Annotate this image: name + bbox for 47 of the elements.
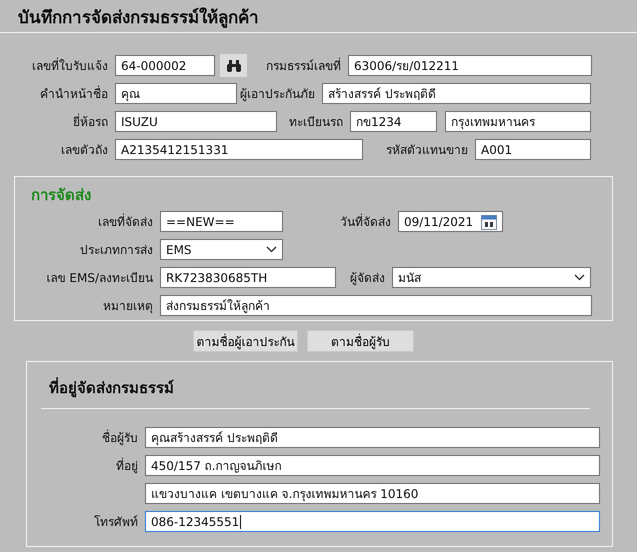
input-field[interactable]: สร้างสรรค์ ประพฤติดี bbox=[322, 83, 591, 104]
input-field[interactable]: แขวงบางแค เขตบางแค จ.กรุงเทพมหานคร 10160 bbox=[145, 483, 600, 504]
input-field[interactable]: คุณสร้างสรรค์ ประพฤติดี bbox=[145, 427, 600, 448]
field-label: ประเภทการส่ง bbox=[79, 242, 154, 259]
dropdown[interactable]: EMS bbox=[160, 239, 283, 260]
input-field[interactable]: กข1234 bbox=[350, 111, 437, 132]
form-title: บันทึกการจัดส่งกรมธรรม์ให้ลูกค้า bbox=[18, 6, 259, 30]
dropdown[interactable]: มนัส bbox=[392, 267, 591, 288]
chevron-down-icon[interactable] bbox=[266, 246, 277, 253]
field-label: เลขที่ใบรับแจ้ง bbox=[31, 56, 109, 75]
field-label: ผู้เอาประกันภัย bbox=[239, 86, 316, 103]
chevron-down-icon[interactable] bbox=[574, 274, 585, 281]
field-label: เลขตัวถัง bbox=[60, 142, 109, 159]
input-field[interactable]: 450/157 ถ.กาญจนภิเษก bbox=[145, 455, 600, 476]
input-field[interactable]: A2135412151331 bbox=[115, 139, 363, 160]
field-label: รหัสตัวแทนขาย bbox=[385, 142, 469, 159]
field-label: ยี่ห้อรถ bbox=[72, 112, 109, 131]
section-title: การจัดส่ง bbox=[30, 185, 92, 206]
field-label: คำนำหน้าชื่อ bbox=[39, 84, 109, 103]
input-field[interactable]: ส่งกรมธรรม์ให้ลูกค้า bbox=[160, 295, 592, 316]
field-label: ผู้จัดส่ง bbox=[349, 270, 386, 287]
input-field[interactable]: A001 bbox=[475, 139, 591, 160]
field-label: หมายเหตุ bbox=[102, 298, 154, 315]
binoculars-icon bbox=[226, 60, 242, 72]
input-field[interactable]: กรุงเทพมหานคร bbox=[445, 111, 591, 132]
input-field[interactable]: 086-12345551 bbox=[145, 511, 600, 532]
input-field[interactable]: คุณ bbox=[115, 83, 237, 104]
input-field[interactable]: 64-000002 bbox=[115, 55, 215, 76]
field-label: เลข EMS/ลงทะเบียน bbox=[46, 270, 154, 287]
section-title: ที่อยู่จัดส่งกรมธรรม์ bbox=[48, 376, 175, 400]
calendar-icon[interactable] bbox=[481, 214, 497, 230]
field-label: โทรศัพท์ bbox=[93, 514, 139, 531]
text-cursor bbox=[240, 514, 242, 528]
field-label: กรมธรรม์เลขที่ bbox=[265, 56, 342, 75]
search-button[interactable] bbox=[220, 54, 247, 77]
input-field[interactable]: ==NEW== bbox=[160, 211, 283, 232]
field-label: วันที่จัดส่ง bbox=[339, 212, 392, 231]
date-field[interactable]: 09/11/2021 bbox=[398, 211, 503, 232]
field-label: ทะเบียนรถ bbox=[288, 114, 344, 131]
field-label: เลขที่จัดส่ง bbox=[97, 212, 154, 231]
input-field[interactable]: ISUZU bbox=[115, 111, 277, 132]
field-label: ชื่อผู้รับ bbox=[101, 428, 139, 447]
action-button[interactable]: ตามชื่อผู้รับ bbox=[307, 330, 414, 352]
action-button[interactable]: ตามชื่อผู้เอาประกัน bbox=[193, 330, 298, 352]
input-field[interactable]: 63006/รย/012211 bbox=[348, 55, 592, 76]
input-field[interactable]: RK723830685TH bbox=[160, 267, 336, 288]
field-label: ที่อยู่ bbox=[115, 456, 139, 475]
